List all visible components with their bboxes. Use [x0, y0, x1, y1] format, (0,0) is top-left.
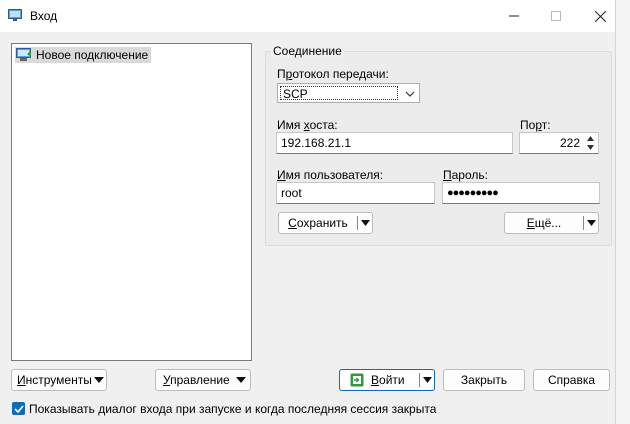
login-icon: [350, 373, 364, 387]
port-spinner-icon[interactable]: [585, 134, 596, 152]
login-dialog: Вход Новое подключение Соединение Проток…: [0, 0, 615, 424]
login-button-label: Войти: [371, 373, 405, 387]
tools-button[interactable]: Инструменты: [11, 369, 107, 391]
background-window-strip: [615, 0, 630, 424]
save-button-label: Сохранить: [288, 216, 348, 230]
tools-dropdown-icon: [92, 377, 106, 383]
site-item-label: Новое подключение: [36, 48, 149, 62]
help-button[interactable]: Справка: [533, 369, 610, 391]
window-title: Вход: [30, 9, 58, 23]
connection-group-label: Соединение: [271, 44, 344, 58]
host-input[interactable]: 192.168.21.1: [276, 132, 513, 154]
save-button[interactable]: Сохранить: [278, 212, 373, 234]
password-label: Пароль:: [443, 168, 488, 182]
more-dropdown-icon[interactable]: [584, 220, 598, 226]
port-input[interactable]: 222: [519, 132, 599, 154]
site-list[interactable]: Новое подключение: [11, 43, 252, 361]
protocol-select[interactable]: SCP: [277, 83, 420, 103]
close-window-button[interactable]: [577, 0, 623, 32]
winscp-app-icon: [8, 9, 22, 21]
username-input[interactable]: root: [276, 182, 435, 204]
save-dropdown-icon[interactable]: [358, 220, 372, 226]
chevron-down-icon: [405, 91, 415, 97]
host-label: Имя хоста:: [277, 118, 338, 132]
help-button-label: Справка: [547, 373, 596, 387]
new-site-icon: [16, 48, 31, 61]
minimize-icon: [509, 15, 519, 17]
port-label: Порт:: [520, 118, 551, 132]
more-button[interactable]: Ещё...: [504, 212, 599, 234]
show-dialog-label[interactable]: Показывать диалог входа при запуске и ко…: [29, 402, 436, 416]
tools-button-label: Инструменты: [17, 373, 92, 387]
close-icon: [594, 10, 606, 22]
login-button[interactable]: Войти: [339, 369, 435, 391]
port-value: 222: [559, 136, 580, 150]
login-dropdown-icon[interactable]: [420, 377, 434, 383]
close-button[interactable]: Закрыть: [443, 369, 525, 391]
title-bar[interactable]: Вход: [0, 0, 615, 32]
maximize-icon: [551, 11, 561, 21]
password-input[interactable]: ●●●●●●●●●: [442, 182, 600, 204]
checkmark-icon: [13, 404, 24, 413]
maximize-button: [533, 0, 579, 32]
more-button-label: Ещё...: [526, 216, 562, 230]
protocol-label: Протокол передачи:: [277, 67, 389, 81]
show-dialog-checkbox[interactable]: [12, 402, 25, 415]
manage-dropdown-icon: [232, 377, 250, 383]
close-button-label: Закрыть: [460, 373, 508, 387]
site-item-new-connection[interactable]: Новое подключение: [15, 47, 152, 63]
manage-button[interactable]: Управление: [155, 369, 251, 391]
protocol-value: SCP: [280, 86, 398, 101]
manage-button-label: Управление: [163, 373, 230, 387]
username-label: Имя пользователя:: [277, 168, 384, 182]
minimize-button[interactable]: [491, 0, 537, 32]
